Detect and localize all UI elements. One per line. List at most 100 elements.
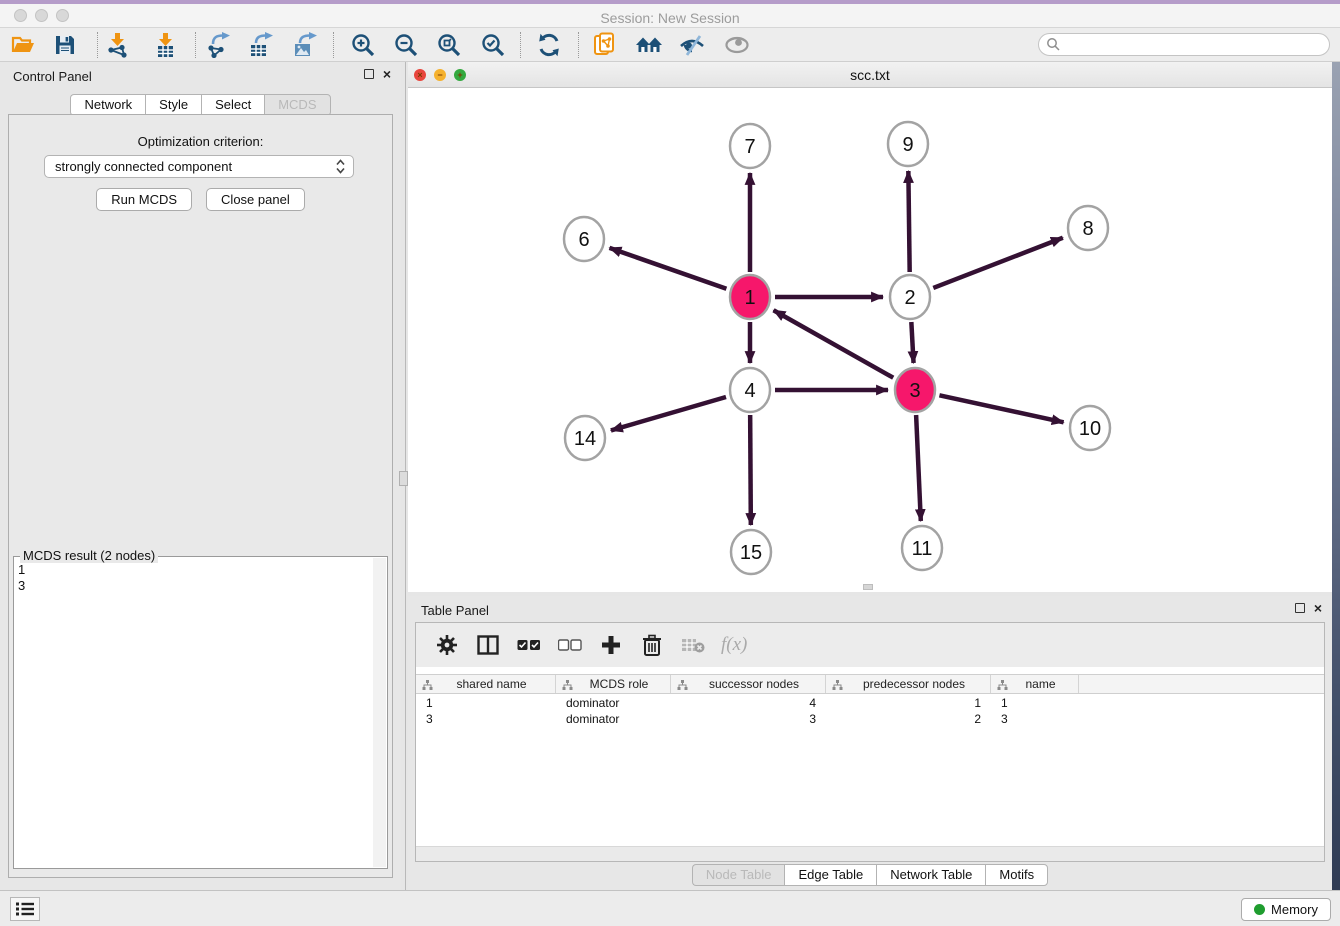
tab-network-table[interactable]: Network Table	[876, 864, 985, 886]
tab-style[interactable]: Style	[145, 94, 201, 116]
svg-text:10: 10	[1079, 418, 1101, 440]
tab-mcds[interactable]: MCDS	[264, 94, 330, 116]
zoom-selected-icon[interactable]	[479, 31, 507, 59]
open-session-icon[interactable]	[9, 31, 37, 59]
unselect-all-columns-icon[interactable]	[557, 632, 583, 658]
export-network-icon[interactable]	[204, 31, 232, 59]
cell-name[interactable]: 3	[991, 711, 1079, 727]
control-panel: Control Panel × NetworkStyleSelectMCDS O…	[0, 62, 401, 890]
cell-name[interactable]: 1	[991, 695, 1079, 711]
graph-node-14[interactable]: 14	[565, 416, 605, 460]
export-image-icon[interactable]	[291, 31, 319, 59]
column-header-mcds-role[interactable]: MCDS role	[556, 675, 671, 693]
cell-mcds-role[interactable]: dominator	[556, 711, 671, 727]
graph-node-6[interactable]: 6	[564, 217, 604, 261]
close-panel-button[interactable]: Close panel	[206, 188, 305, 211]
network-document-icon[interactable]	[591, 31, 619, 59]
edge-2-9[interactable]	[908, 171, 909, 272]
hide-panels-icon[interactable]	[678, 31, 706, 59]
close-panel-icon[interactable]: ×	[1314, 603, 1322, 613]
float-panel-icon[interactable]	[1295, 603, 1305, 613]
panel-divider-grip[interactable]	[399, 471, 408, 486]
add-column-icon[interactable]	[598, 632, 624, 658]
table-row[interactable]: 1dominator411	[416, 695, 1324, 711]
zoom-out-icon[interactable]	[392, 31, 420, 59]
cell-successor-nodes[interactable]: 4	[671, 695, 826, 711]
show-panels-icon[interactable]	[723, 31, 751, 59]
tab-select[interactable]: Select	[201, 94, 264, 116]
search-field[interactable]	[1038, 33, 1330, 56]
graph-node-8[interactable]: 8	[1068, 206, 1108, 250]
home-icon[interactable]	[635, 31, 663, 59]
graph-node-4[interactable]: 4	[730, 368, 770, 412]
graph-node-7[interactable]: 7	[730, 124, 770, 168]
column-header-name[interactable]: name	[991, 675, 1079, 693]
mcds-result-text[interactable]: 1 3	[18, 562, 371, 864]
import-network-icon[interactable]	[104, 31, 132, 59]
status-bar: Memory	[0, 890, 1340, 926]
import-table-icon[interactable]	[152, 31, 180, 59]
edge-3-10[interactable]	[939, 395, 1063, 422]
delete-column-icon[interactable]	[639, 632, 665, 658]
task-history-button[interactable]	[10, 897, 40, 921]
edge-4-14[interactable]	[611, 397, 726, 430]
zoom-fit-icon[interactable]	[435, 31, 463, 59]
criterion-dropdown[interactable]: strongly connected component	[44, 155, 354, 178]
edge-4-15[interactable]	[750, 415, 751, 525]
export-table-icon[interactable]	[247, 31, 275, 59]
edge-2-8[interactable]	[933, 238, 1063, 288]
memory-button[interactable]: Memory	[1241, 898, 1331, 921]
graph-node-10[interactable]: 10	[1070, 406, 1110, 450]
result-scrollbar[interactable]	[373, 558, 386, 867]
control-panel-tabs: NetworkStyleSelectMCDS	[0, 94, 401, 116]
edge-2-3[interactable]	[911, 322, 913, 363]
cell-mcds-role[interactable]: dominator	[556, 695, 671, 711]
table-panel-header: Table Panel ×	[408, 596, 1332, 624]
edge-3-1[interactable]	[774, 310, 894, 377]
graph-node-3[interactable]: 3	[895, 368, 935, 412]
svg-text:2: 2	[904, 287, 915, 309]
table-row[interactable]: 3dominator323	[416, 711, 1324, 727]
graph-node-11[interactable]: 11	[902, 526, 942, 570]
function-builder-icon: f(x)	[721, 634, 747, 656]
criterion-value: strongly connected component	[55, 159, 232, 174]
graph-node-9[interactable]: 9	[888, 122, 928, 166]
float-panel-icon[interactable]	[364, 69, 374, 79]
table-settings-icon[interactable]	[434, 632, 460, 658]
apply-layout-icon[interactable]	[535, 31, 563, 59]
main-toolbar	[0, 28, 1340, 62]
close-panel-icon[interactable]: ×	[383, 69, 391, 79]
desktop-edge	[1332, 62, 1340, 926]
column-header-shared-name[interactable]: shared name	[416, 675, 556, 693]
edge-1-6[interactable]	[609, 248, 726, 289]
cell-shared-name[interactable]: 3	[416, 711, 556, 727]
select-all-columns-icon[interactable]	[516, 632, 542, 658]
edge-3-11[interactable]	[916, 415, 921, 521]
table-hscrollbar[interactable]	[416, 846, 1324, 861]
column-header-successor-nodes[interactable]: successor nodes	[671, 675, 826, 693]
column-header-predecessor-nodes[interactable]: predecessor nodes	[826, 675, 991, 693]
canvas-split-grip[interactable]	[863, 584, 873, 590]
save-session-icon[interactable]	[51, 31, 79, 59]
graph-node-2[interactable]: 2	[890, 275, 930, 319]
show-column-icon[interactable]	[475, 632, 501, 658]
search-input[interactable]	[1061, 38, 1329, 52]
mcds-result-title: MCDS result (2 nodes)	[20, 548, 158, 563]
graph-node-15[interactable]: 15	[731, 530, 771, 574]
cell-predecessor-nodes[interactable]: 1	[826, 695, 991, 711]
mcds-panel: Optimization criterion: strongly connect…	[8, 114, 393, 878]
tab-edge-table[interactable]: Edge Table	[784, 864, 876, 886]
toolbar-separator	[195, 32, 196, 58]
cell-successor-nodes[interactable]: 3	[671, 711, 826, 727]
graph-node-1[interactable]: 1	[730, 275, 770, 319]
tab-node-table[interactable]: Node Table	[692, 864, 785, 886]
network-canvas[interactable]: 7 9 6 8 1 2 4 3 14 10 15 11	[408, 88, 1332, 592]
cell-shared-name[interactable]: 1	[416, 695, 556, 711]
run-mcds-button[interactable]: Run MCDS	[96, 188, 192, 211]
tab-motifs[interactable]: Motifs	[985, 864, 1048, 886]
table-rows: 1dominator4113dominator323	[416, 695, 1324, 727]
mcds-result-group: MCDS result (2 nodes) 1 3	[13, 556, 388, 869]
zoom-in-icon[interactable]	[349, 31, 377, 59]
cell-predecessor-nodes[interactable]: 2	[826, 711, 991, 727]
tab-network[interactable]: Network	[70, 94, 145, 116]
